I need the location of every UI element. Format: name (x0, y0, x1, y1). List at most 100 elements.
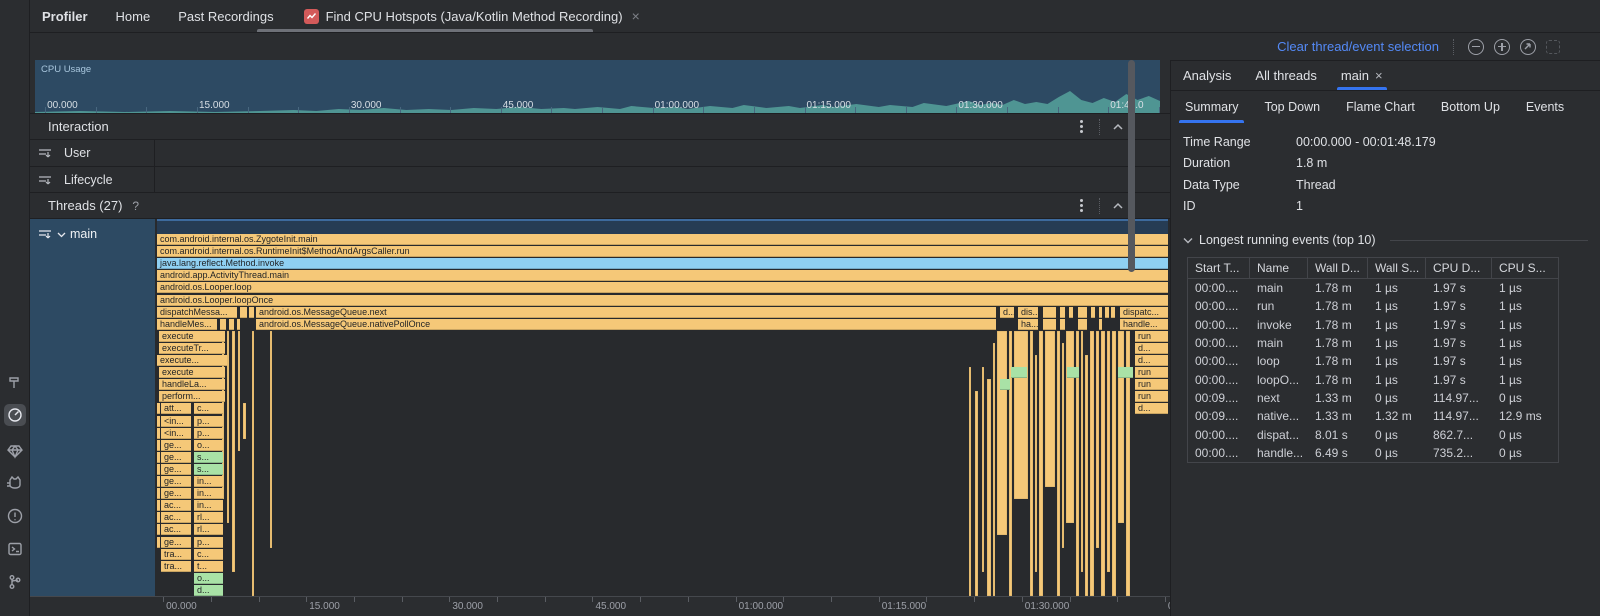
close-icon[interactable]: × (632, 8, 640, 24)
expand-chevron-icon[interactable] (57, 231, 66, 238)
flame-vbar[interactable] (232, 331, 235, 572)
flame-segment[interactable]: in... (194, 476, 223, 487)
flame-segment[interactable] (1111, 307, 1115, 318)
kebab-menu-icon[interactable] (1080, 125, 1083, 128)
flame-segment[interactable]: ge... (161, 488, 191, 499)
flame-segment[interactable] (157, 512, 160, 523)
flame-segment[interactable] (1011, 367, 1027, 378)
flame-vbar[interactable] (238, 331, 240, 451)
flame-segment[interactable]: android.os.MessageQueue.next (256, 307, 996, 318)
flame-segment[interactable]: execute... (157, 355, 227, 366)
flame-segment[interactable]: att... (161, 403, 191, 414)
flame-segment[interactable]: ac... (161, 524, 191, 535)
menu-item-home[interactable]: Home (116, 9, 151, 24)
flame-vbar[interactable] (993, 343, 995, 596)
flame-segment[interactable]: d... (1000, 307, 1014, 318)
event-row[interactable]: 00:09....next1.33 m0 µs114.97...0 µs (1188, 389, 1558, 407)
flame-vbar[interactable] (1057, 331, 1060, 596)
flame-segment[interactable]: d... (1135, 355, 1168, 366)
flame-vbar[interactable] (1118, 331, 1124, 524)
flame-segment[interactable] (220, 319, 226, 330)
flame-segment[interactable] (237, 319, 240, 330)
subtab-events[interactable]: Events (1526, 91, 1564, 123)
flame-segment[interactable] (229, 319, 234, 330)
flame-segment[interactable] (1043, 307, 1056, 318)
flame-segment[interactable]: android.os.Looper.loopOnce (157, 295, 1168, 306)
flame-vbar[interactable] (1081, 331, 1083, 572)
column-header[interactable]: Start T... (1188, 258, 1250, 278)
flame-segment[interactable]: execute (159, 331, 225, 342)
flame-segment[interactable] (1105, 307, 1109, 318)
vertical-scrollbar[interactable] (1128, 60, 1135, 272)
flame-segment[interactable] (1078, 319, 1087, 330)
flame-vbar[interactable] (1090, 331, 1094, 596)
flame-segment[interactable]: ge... (161, 440, 191, 451)
flame-vbar[interactable] (1030, 331, 1033, 596)
flame-vbar[interactable] (1014, 331, 1028, 499)
flame-segment[interactable]: run (1135, 367, 1168, 378)
flame-vbar[interactable] (252, 331, 254, 596)
zoom-out-icon[interactable] (1468, 39, 1484, 55)
flame-vbar[interactable] (227, 331, 229, 524)
flame-segment[interactable] (157, 524, 160, 535)
flame-vbar[interactable] (1096, 331, 1099, 548)
flame-vbar[interactable] (270, 331, 272, 548)
flame-segment[interactable]: run (1135, 379, 1168, 390)
event-row[interactable]: 00:09....native...1.33 m1.32 m114.97...1… (1188, 407, 1558, 425)
flame-segment[interactable]: p... (194, 416, 223, 427)
flame-segment[interactable]: ge... (161, 452, 191, 463)
flame-segment[interactable]: ha... (1018, 319, 1038, 330)
flame-segment[interactable]: d... (194, 585, 223, 596)
flame-vbar[interactable] (1062, 343, 1064, 548)
flame-segment[interactable]: run (1135, 331, 1168, 342)
collapse-icon[interactable] (1112, 123, 1124, 131)
column-header[interactable]: CPU S... (1492, 258, 1554, 278)
flame-segment[interactable]: s... (194, 452, 223, 463)
flame-segment[interactable] (157, 428, 160, 439)
version-control-icon[interactable] (4, 571, 26, 593)
tab-main[interactable]: main × (1341, 61, 1383, 90)
flame-segment[interactable]: in... (194, 488, 223, 499)
flame-segment[interactable]: ge... (161, 537, 191, 548)
flame-segment[interactable] (1099, 307, 1102, 318)
flame-segment[interactable] (1091, 307, 1095, 318)
main-thread-track[interactable]: main com.android.internal.os.ZygoteInit.… (30, 218, 1170, 596)
flame-segment[interactable] (1000, 379, 1010, 390)
flame-vbar[interactable] (975, 391, 978, 596)
flame-segment[interactable]: c... (194, 549, 223, 560)
flame-vbar[interactable] (987, 379, 991, 596)
app-insights-gem-icon[interactable] (4, 440, 26, 462)
chevron-down-icon[interactable] (1183, 237, 1193, 244)
subtab-flame-chart[interactable]: Flame Chart (1346, 91, 1415, 123)
event-row[interactable]: 00:00....dispat...8.01 s0 µs862.7...0 µs (1188, 425, 1558, 443)
flame-segment[interactable]: com.android.internal.os.RuntimeInit$Meth… (157, 246, 1168, 257)
column-header[interactable]: Wall S... (1368, 258, 1426, 278)
interaction-row-user[interactable]: User (30, 139, 1170, 166)
zoom-to-selection-icon[interactable] (1546, 40, 1560, 54)
flame-segment[interactable]: d... (1135, 343, 1168, 354)
flame-segment[interactable]: s... (194, 464, 223, 475)
flame-segment[interactable]: handleMes... (157, 319, 217, 330)
event-row[interactable]: 00:00....invoke1.78 m1 µs1.97 s1 µs (1188, 316, 1558, 334)
flame-segment[interactable]: p... (194, 428, 223, 439)
flame-chart-area[interactable]: com.android.internal.os.ZygoteInit.mainc… (157, 219, 1168, 596)
flame-segment[interactable]: execute (159, 367, 225, 378)
flame-segment[interactable] (1118, 367, 1133, 378)
event-row[interactable]: 00:00....loop1.78 m1 µs1.97 s1 µs (1188, 352, 1558, 370)
terminal-icon[interactable] (4, 538, 26, 560)
flame-vbar[interactable] (1085, 355, 1088, 596)
interaction-section-header[interactable]: Interaction (30, 113, 1170, 139)
flame-vbar[interactable] (1101, 331, 1105, 596)
flame-segment[interactable]: tra... (161, 549, 191, 560)
tab-all-threads[interactable]: All threads (1255, 61, 1316, 90)
flame-segment[interactable] (240, 307, 247, 318)
flame-segment[interactable]: ge... (161, 476, 191, 487)
subtab-bottom-up[interactable]: Bottom Up (1441, 91, 1500, 123)
flame-segment[interactable]: executeTr... (159, 343, 225, 354)
event-row[interactable]: 00:00....main1.78 m1 µs1.97 s1 µs (1188, 334, 1558, 352)
flame-vbar[interactable] (1039, 331, 1043, 596)
flame-segment[interactable] (157, 488, 160, 499)
flame-segment[interactable]: dispatchMessa... (157, 307, 237, 318)
flame-segment[interactable] (157, 452, 160, 463)
flame-segment[interactable] (157, 403, 160, 414)
